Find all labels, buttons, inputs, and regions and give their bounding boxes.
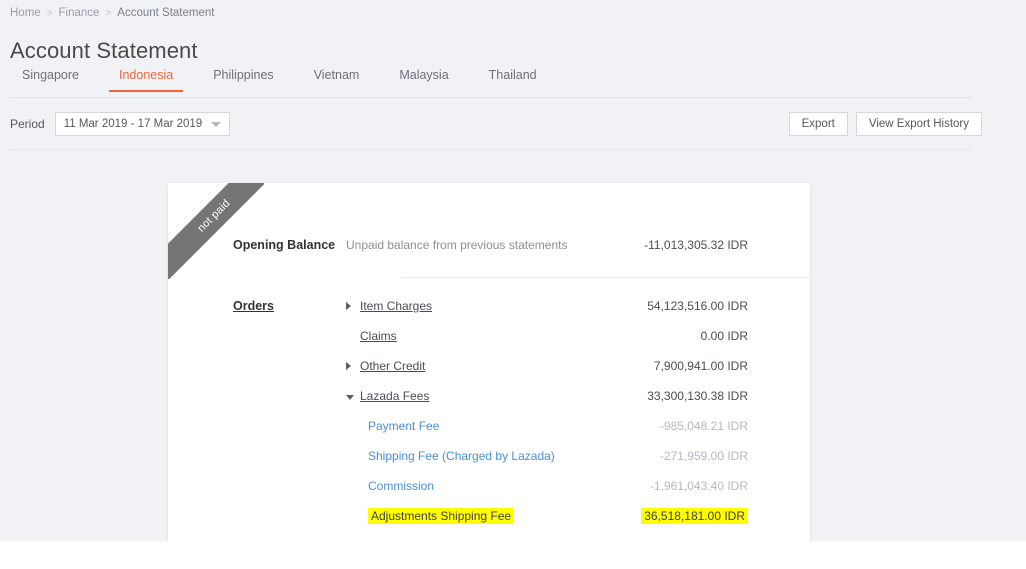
row-amount-adjustments-shipping-fee: 36,518,181.00 IDR [641, 508, 748, 524]
row-label-cell: Lazada Fees [346, 387, 647, 405]
row-label-claims[interactable]: Claims [360, 329, 397, 343]
row-amount-payment-fee: -985,048.21 IDR [659, 419, 748, 433]
row-label-cell: Shipping Fee (Charged by Lazada) [368, 447, 660, 465]
opening-balance-row: Opening Balance Unpaid balance from prev… [168, 230, 810, 260]
period-filter: Period 11 Mar 2019 - 17 Mar 2019 [10, 112, 230, 136]
row-label-cell: Claims [346, 327, 701, 345]
breadcrumb-separator-icon: > [46, 7, 53, 19]
row-amount-item-charges: 54,123,516.00 IDR [647, 299, 748, 313]
divider-bottom [10, 149, 972, 150]
row-label-lazada-fees[interactable]: Lazada Fees [360, 389, 429, 403]
row-label-payment-fee[interactable]: Payment Fee [368, 419, 439, 433]
table-row: Claims 0.00 IDR [168, 321, 810, 351]
table-row: Commission -1,961,043.40 IDR [168, 471, 810, 501]
breadcrumb-item-account-statement: Account Statement [117, 7, 215, 19]
expand-collapse-icon [346, 387, 356, 405]
opening-balance-label: Opening Balance [233, 238, 336, 252]
table-row: Orders Item Charges 54,123,516.00 IDR [168, 291, 810, 321]
row-label-cell: Item Charges [346, 297, 647, 315]
row-label-adjustments-shipping-fee[interactable]: Adjustments Shipping Fee [368, 508, 515, 524]
page-container: Home > Finance > Account Statement Accou… [0, 0, 1026, 541]
triangle-right-icon[interactable] [346, 301, 351, 310]
page-title: Account Statement [10, 38, 198, 63]
row-amount-commission: -1,961,043.40 IDR [649, 479, 748, 493]
period-selected-value: 11 Mar 2019 - 17 Mar 2019 [63, 118, 203, 130]
card-section-divider [401, 277, 810, 278]
divider-top [10, 97, 972, 98]
expand-collapse-icon [346, 297, 356, 315]
country-tabs: Singapore Indonesia Philippines Vietnam … [10, 68, 557, 92]
row-amount-claims: 0.00 IDR [700, 329, 748, 343]
opening-balance-amount: -11,013,305.32 IDR [644, 238, 748, 252]
row-label-item-charges[interactable]: Item Charges [360, 299, 432, 313]
statement-rows: Opening Balance Unpaid balance from prev… [168, 183, 810, 531]
triangle-down-icon[interactable] [346, 394, 354, 400]
tab-vietnam[interactable]: Vietnam [294, 68, 380, 92]
triangle-right-icon[interactable] [346, 361, 351, 370]
orders-section-title-cell: Orders [233, 297, 346, 315]
row-amount-cell: 36,518,181.00 IDR [641, 507, 748, 525]
period-select[interactable]: 11 Mar 2019 - 17 Mar 2019 [54, 112, 230, 136]
toolbar-actions: Export View Export History [788, 112, 982, 136]
tab-indonesia[interactable]: Indonesia [99, 68, 193, 92]
row-amount-lazada-fees: 33,300,130.38 IDR [647, 389, 748, 403]
row-label-other-credit[interactable]: Other Credit [360, 359, 425, 373]
row-amount-other-credit: 7,900,941.00 IDR [653, 359, 748, 373]
breadcrumb-separator-icon: > [105, 7, 112, 19]
table-row: Other Credit 7,900,941.00 IDR [168, 351, 810, 381]
opening-balance-description: Unpaid balance from previous statements [346, 238, 568, 252]
view-export-history-button[interactable]: View Export History [855, 112, 982, 136]
period-label: Period [10, 117, 45, 131]
tab-malaysia[interactable]: Malaysia [379, 68, 468, 92]
row-label-cell: Payment Fee [368, 417, 660, 435]
table-row: Lazada Fees 33,300,130.38 IDR [168, 381, 810, 411]
orders-section-title[interactable]: Orders [233, 299, 274, 313]
tab-philippines[interactable]: Philippines [193, 68, 293, 92]
export-button[interactable]: Export [788, 112, 848, 136]
row-label-cell: Commission [368, 477, 650, 495]
table-row: Adjustments Shipping Fee 36,518,181.00 I… [168, 501, 810, 531]
below-fold-whitespace [0, 541, 1026, 569]
chevron-down-icon [210, 122, 221, 127]
row-label-commission[interactable]: Commission [368, 479, 434, 493]
breadcrumb: Home > Finance > Account Statement [10, 7, 214, 19]
tab-singapore[interactable]: Singapore [10, 68, 99, 92]
row-amount-shipping-fee: -271,959.00 IDR [659, 449, 748, 463]
breadcrumb-item-finance[interactable]: Finance [59, 7, 100, 19]
statement-card: not paid Opening Balance Unpaid balance … [168, 183, 810, 541]
table-row: Shipping Fee (Charged by Lazada) -271,95… [168, 441, 810, 471]
table-row: Payment Fee -985,048.21 IDR [168, 411, 810, 441]
row-label-cell: Adjustments Shipping Fee [368, 507, 641, 525]
row-label-cell: Other Credit [346, 357, 654, 375]
expand-collapse-icon [346, 357, 356, 375]
breadcrumb-item-home[interactable]: Home [10, 7, 41, 19]
row-label-shipping-fee[interactable]: Shipping Fee (Charged by Lazada) [368, 449, 555, 463]
tab-thailand[interactable]: Thailand [469, 68, 557, 92]
